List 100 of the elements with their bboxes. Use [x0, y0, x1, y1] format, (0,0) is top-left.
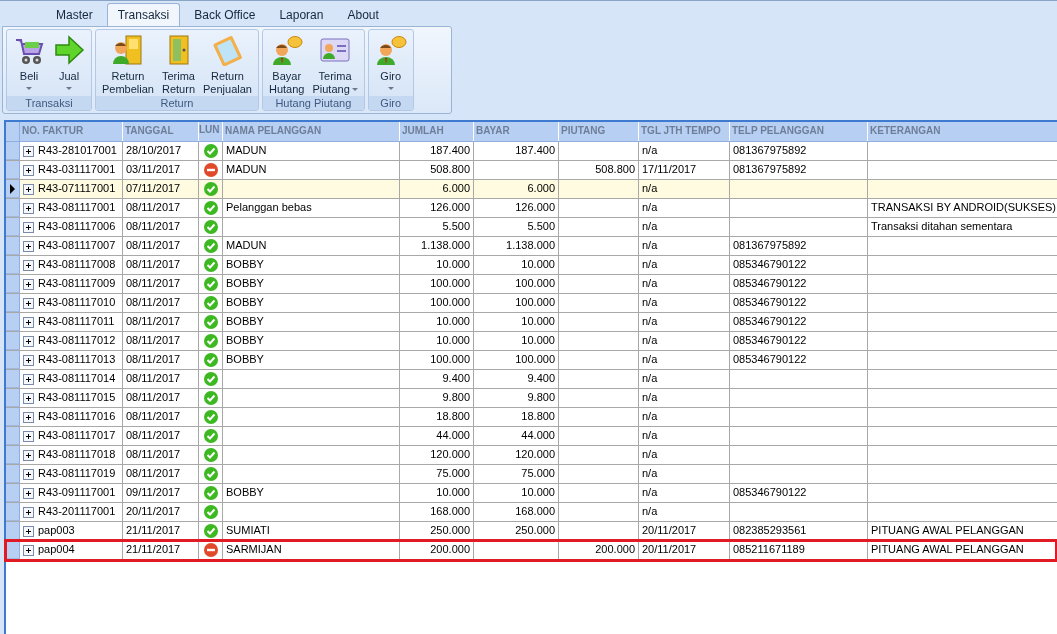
ribbon-tab[interactable]: Back Office	[184, 4, 266, 26]
expand-icon[interactable]	[23, 412, 34, 423]
table-cell: SARMIJAN	[223, 541, 400, 559]
table-cell: 5.500	[474, 218, 559, 236]
table-cell: R43-081117017	[38, 429, 116, 441]
table-cell: 08/11/2017	[123, 294, 199, 312]
expand-icon[interactable]	[23, 165, 34, 176]
table-cell: 100.000	[400, 294, 474, 312]
table-cell: 6.000	[474, 180, 559, 198]
table-cell: 75.000	[400, 465, 474, 483]
expand-icon[interactable]	[23, 469, 34, 480]
expand-icon[interactable]	[23, 374, 34, 385]
table-cell: n/a	[639, 180, 730, 198]
table-cell: BOBBY	[223, 294, 400, 312]
table-cell: 100.000	[474, 275, 559, 293]
table-cell: n/a	[639, 237, 730, 255]
expand-icon[interactable]	[23, 355, 34, 366]
ribbon-button[interactable]: Beli	[11, 32, 47, 96]
table-cell: 1.138.000	[474, 237, 559, 255]
table-cell: 250.000	[400, 522, 474, 540]
ribbon-button[interactable]: Jual	[51, 32, 87, 96]
table-cell: 168.000	[400, 503, 474, 521]
table-cell: 08/11/2017	[123, 465, 199, 483]
table-cell: 9.400	[474, 370, 559, 388]
table-cell: BOBBY	[223, 484, 400, 502]
ribbon-button[interactable]: Giro	[372, 32, 409, 96]
table-cell: n/a	[639, 294, 730, 312]
table-cell: 126.000	[400, 199, 474, 217]
ribbon-button[interactable]: Terima Piutang	[310, 32, 360, 96]
expand-icon[interactable]	[23, 526, 34, 537]
table-cell: 5.500	[400, 218, 474, 236]
table-cell: n/a	[639, 199, 730, 217]
expand-icon[interactable]	[23, 184, 34, 195]
expand-icon[interactable]	[23, 298, 34, 309]
ribbon-button[interactable]: Bayar Hutang	[266, 32, 307, 96]
table-cell: 085346790122	[730, 294, 868, 312]
table-cell: 08/11/2017	[123, 218, 199, 236]
table-cell: 508.800	[400, 161, 474, 179]
table-cell: 200.000	[400, 541, 474, 559]
table-cell: 085211671189	[730, 541, 868, 559]
table-cell: n/a	[639, 427, 730, 445]
table-cell: 44.000	[400, 427, 474, 445]
ribbon-button[interactable]: Return Pembelian	[100, 32, 156, 96]
table-cell: 085346790122	[730, 275, 868, 293]
expand-icon[interactable]	[23, 545, 34, 556]
ribbon-tab[interactable]: Laporan	[269, 4, 334, 26]
expand-icon[interactable]	[23, 222, 34, 233]
table-cell: 08/11/2017	[123, 275, 199, 293]
expand-icon[interactable]	[23, 146, 34, 157]
table-cell: 100.000	[400, 275, 474, 293]
table-cell: BOBBY	[223, 275, 400, 293]
table-cell: 120.000	[400, 446, 474, 464]
table-cell: 085346790122	[730, 351, 868, 369]
table-cell: R43-081117018	[38, 448, 116, 460]
table-cell: MADUN	[223, 237, 400, 255]
table-cell: BOBBY	[223, 332, 400, 350]
expand-icon[interactable]	[23, 279, 34, 290]
ribbon-button[interactable]: Terima Return	[160, 32, 197, 96]
table-cell: 085346790122	[730, 256, 868, 274]
expand-icon[interactable]	[23, 260, 34, 271]
ribbon-button[interactable]: Return Penjualan	[201, 32, 254, 96]
ribbon-tab[interactable]: Transaksi	[106, 3, 181, 26]
table-cell: BOBBY	[223, 351, 400, 369]
table-cell: 21/11/2017	[123, 522, 199, 540]
table-cell: 08/11/2017	[123, 351, 199, 369]
table-cell: n/a	[639, 446, 730, 464]
table-cell: 1.138.000	[400, 237, 474, 255]
table-cell: R43-081117012	[38, 334, 116, 346]
expand-icon[interactable]	[23, 336, 34, 347]
table-cell: R43-081117010	[38, 296, 116, 308]
row-header[interactable]	[6, 180, 20, 198]
table-cell: 08/11/2017	[123, 199, 199, 217]
group-title: Return	[96, 96, 258, 110]
group-title: Hutang Piutang	[262, 96, 364, 110]
expand-icon[interactable]	[23, 241, 34, 252]
table-cell: TRANSAKSI BY ANDROID(SUKSES)	[868, 199, 1057, 217]
table-cell: n/a	[639, 313, 730, 331]
table-cell: pap003	[38, 524, 75, 536]
table-cell: 082385293561	[730, 522, 868, 540]
table-cell: R43-081117011	[38, 315, 115, 327]
expand-icon[interactable]	[23, 203, 34, 214]
table-cell: 081367975892	[730, 237, 868, 255]
ribbon-tab[interactable]: Master	[46, 4, 103, 26]
table-cell: 187.400	[400, 142, 474, 160]
ribbon-tab[interactable]: About	[337, 4, 389, 26]
expand-icon[interactable]	[23, 488, 34, 499]
expand-icon[interactable]	[23, 450, 34, 461]
table-cell: R43-201117001	[38, 505, 116, 517]
table-cell: 9.800	[400, 389, 474, 407]
table-cell: 08/11/2017	[123, 256, 199, 274]
expand-icon[interactable]	[23, 317, 34, 328]
table-cell: 20/11/2017	[123, 503, 199, 521]
table-cell: 085346790122	[730, 332, 868, 350]
expand-icon[interactable]	[23, 393, 34, 404]
table-cell: 10.000	[400, 313, 474, 331]
expand-icon[interactable]	[23, 507, 34, 518]
expand-icon[interactable]	[23, 431, 34, 442]
table-cell: 6.000	[400, 180, 474, 198]
table-cell: n/a	[639, 142, 730, 160]
table-cell: 081367975892	[730, 161, 868, 179]
